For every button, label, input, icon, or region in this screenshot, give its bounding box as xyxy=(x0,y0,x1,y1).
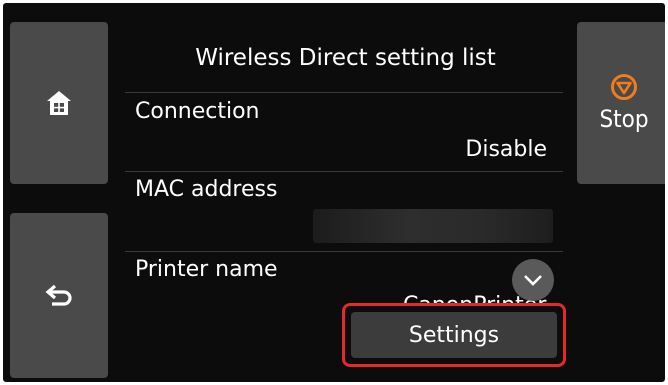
stop-label: Stop xyxy=(599,105,649,133)
settings-button[interactable]: Settings xyxy=(351,312,557,358)
divider xyxy=(125,251,563,252)
stop-button[interactable]: Stop xyxy=(577,22,665,184)
back-arrow-icon xyxy=(45,284,72,306)
printer-name-label: Printer name xyxy=(135,257,278,282)
home-icon xyxy=(47,91,71,115)
scroll-down-button[interactable] xyxy=(512,259,554,301)
page-title: Wireless Direct setting list xyxy=(195,45,496,71)
divider xyxy=(125,171,563,172)
stop-icon xyxy=(611,74,637,100)
divider xyxy=(125,92,563,93)
settings-highlight: Settings xyxy=(342,303,566,367)
home-button[interactable] xyxy=(10,22,108,184)
back-button[interactable] xyxy=(10,213,108,378)
mac-address-value-obscured xyxy=(313,209,553,243)
chevron-down-icon xyxy=(524,275,542,286)
connection-value: Disable xyxy=(465,137,547,162)
mac-address-label: MAC address xyxy=(135,177,278,202)
connection-label: Connection xyxy=(135,99,260,124)
printer-panel-screen: Stop Wireless Direct setting list Connec… xyxy=(0,0,668,385)
